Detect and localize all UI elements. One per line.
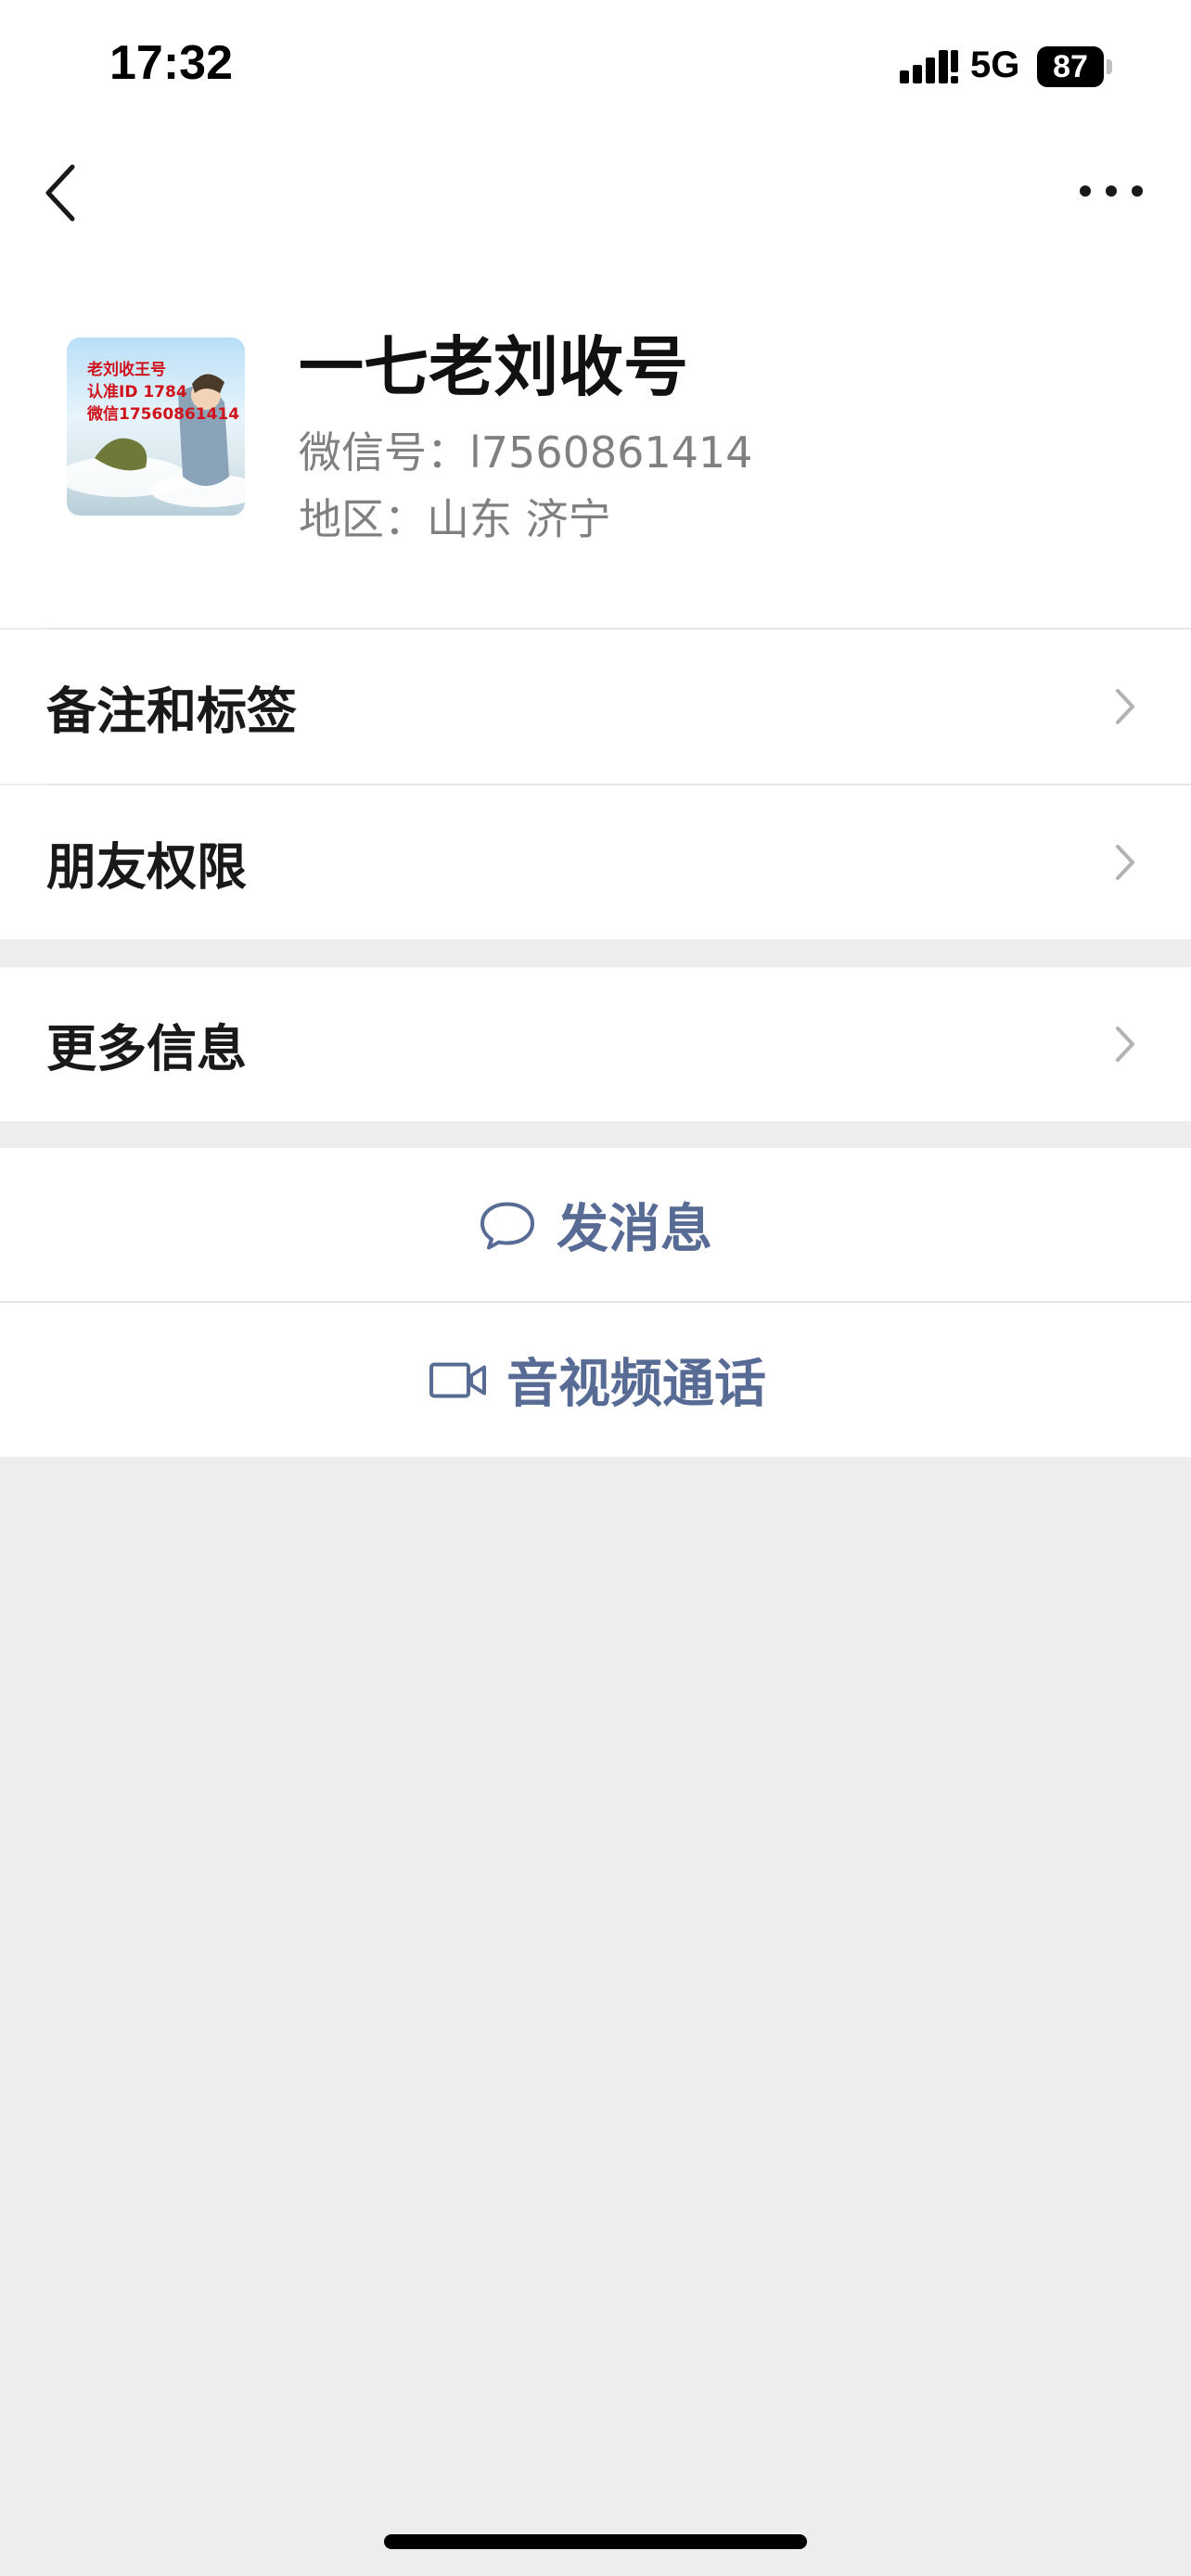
chevron-left-icon: [45, 164, 75, 222]
avatar-text-line: 认准ID 1784: [87, 383, 187, 402]
region: 地区：山东 济宁: [299, 494, 611, 544]
chevron-right-icon: [1116, 845, 1134, 880]
battery-level: 87: [1053, 49, 1088, 84]
friend-permissions-row[interactable]: 朋友权限: [0, 785, 1191, 939]
avatar-text-line: 老刘收王号: [87, 361, 166, 379]
video-call-button[interactable]: 音视频通话: [0, 1303, 1191, 1457]
more-button[interactable]: [1074, 172, 1148, 210]
wechat-id: 微信号：l7560861414: [299, 427, 753, 478]
remarks-tags-label: 备注和标签: [46, 682, 297, 741]
profile-name: 一七老刘收号: [299, 329, 688, 405]
avatar-text-line: 微信17560861414: [87, 405, 240, 424]
status-time: 17:32: [109, 36, 233, 90]
send-message-button[interactable]: 发消息: [0, 1148, 1191, 1302]
network-type: 5G: [970, 45, 1020, 85]
remarks-tags-row[interactable]: 备注和标签: [0, 630, 1191, 784]
ellipsis-icon: [1080, 185, 1143, 197]
more-info-row[interactable]: 更多信息: [0, 967, 1191, 1121]
back-button[interactable]: [33, 158, 89, 228]
friend-permissions-label: 朋友权限: [46, 837, 247, 897]
video-call-label: 音视频通话: [506, 1354, 766, 1415]
more-info-label: 更多信息: [46, 1019, 247, 1078]
chat-bubble-icon: [480, 1202, 534, 1249]
video-camera-icon: [429, 1362, 486, 1397]
home-indicator[interactable]: [384, 2534, 807, 2549]
signal-icon: [900, 50, 958, 83]
chevron-right-icon: [1116, 689, 1134, 724]
chevron-right-icon: [1116, 1027, 1134, 1062]
battery-icon: 87: [1037, 46, 1113, 87]
send-message-label: 发消息: [557, 1199, 712, 1260]
avatar[interactable]: 老刘收王号 认准ID 1784 微信17560861414: [67, 338, 245, 516]
status-bar: 17:32 5G 87: [0, 0, 1191, 130]
